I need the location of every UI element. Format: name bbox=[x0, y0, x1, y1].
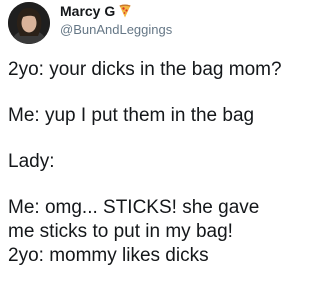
tweet-header: Marcy G @BunAndLeggings bbox=[4, 0, 290, 46]
tweet-line-1: 2yo: your dicks in the bag mom? bbox=[8, 59, 282, 80]
tweet-card: Marcy G @BunAndLeggings 2yo: your dicks … bbox=[0, 0, 294, 300]
tweet-line-2: Me: yup I put them in the bag bbox=[8, 105, 255, 126]
tweet-line-4: Me: omg... STICKS! she gave me sticks to… bbox=[8, 197, 260, 242]
display-name-row: Marcy G bbox=[60, 2, 280, 20]
display-name[interactable]: Marcy G bbox=[60, 3, 115, 19]
author-handle[interactable]: @BunAndLeggings bbox=[60, 22, 280, 37]
avatar[interactable] bbox=[8, 2, 50, 44]
author-info: Marcy G @BunAndLeggings bbox=[60, 2, 280, 37]
pizza-icon bbox=[119, 4, 131, 18]
tweet-line-3: Lady: bbox=[8, 151, 55, 172]
tweet-line-5: 2yo: mommy likes dicks bbox=[8, 245, 209, 266]
avatar-image bbox=[8, 2, 50, 44]
